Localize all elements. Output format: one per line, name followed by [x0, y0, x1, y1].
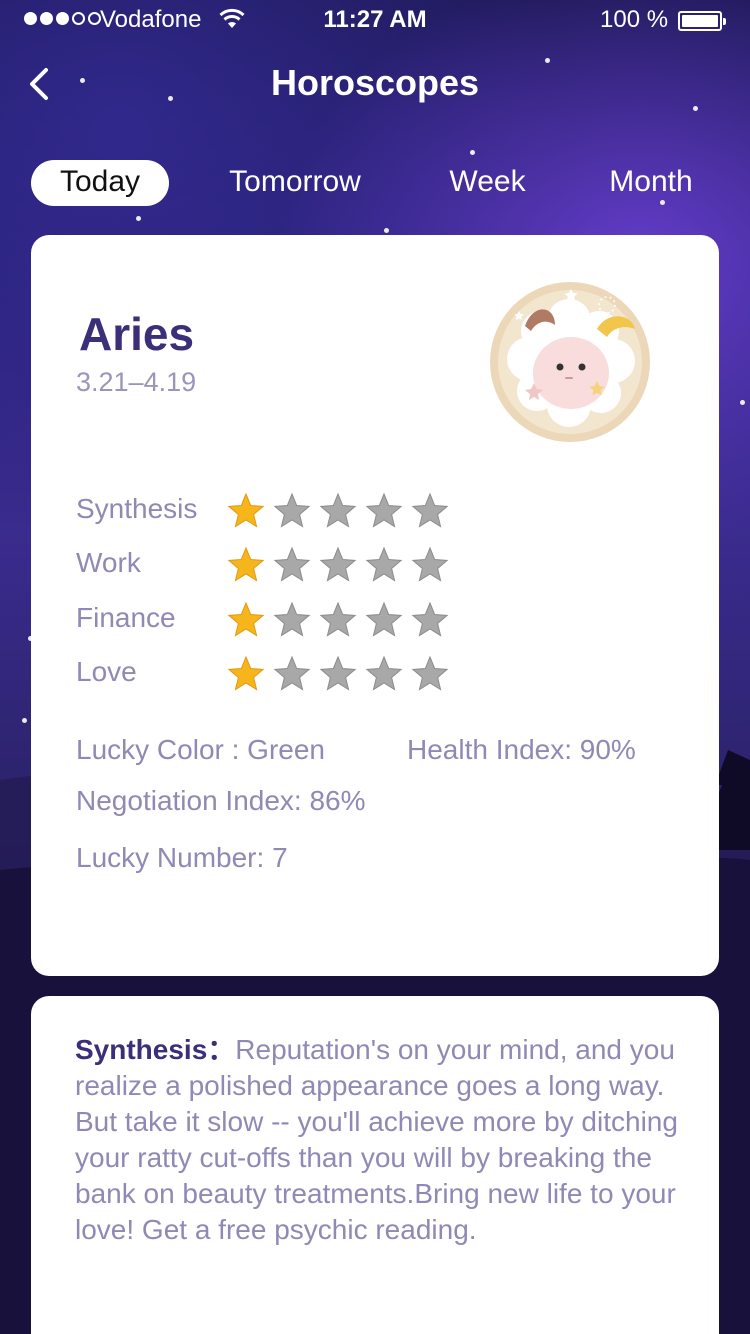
tab-week[interactable]: Week — [430, 160, 545, 206]
star-empty-icon — [411, 655, 449, 691]
star-filled-icon — [227, 655, 265, 691]
star-empty-icon — [273, 546, 311, 582]
health-index: Health Index: 90% — [407, 734, 636, 765]
sky-star-dot — [384, 228, 389, 233]
star-empty-icon — [411, 601, 449, 637]
star-filled-icon — [227, 492, 265, 528]
horoscope-description-card: Synthesis：Reputation's on your mind, and… — [31, 996, 719, 1334]
rating-label: Work — [76, 547, 141, 578]
period-tabs: Today Tomorrow Week Month — [0, 160, 750, 206]
star-rating — [224, 491, 454, 531]
tab-month[interactable]: Month — [590, 160, 712, 206]
star-empty-icon — [273, 601, 311, 637]
horoscope-summary-card: Aries 3.21–4.19 Synthesis Work Finance L… — [31, 235, 719, 976]
description-text: Reputation's on your mind, and you reali… — [75, 1034, 678, 1245]
star-empty-icon — [411, 546, 449, 582]
negotiation-index: Negotiation Index: 86% — [76, 785, 366, 816]
description-paragraph: Synthesis：Reputation's on your mind, and… — [75, 1032, 685, 1248]
star-empty-icon — [319, 655, 357, 691]
description-separator: ： — [207, 1034, 236, 1065]
star-rating — [224, 654, 454, 694]
sign-name: Aries — [79, 308, 195, 360]
star-empty-icon — [319, 492, 357, 528]
star-empty-icon — [365, 601, 403, 637]
star-empty-icon — [411, 492, 449, 528]
description-label: Synthesis — [75, 1034, 208, 1065]
star-filled-icon — [227, 601, 265, 637]
sky-star-dot — [22, 718, 27, 723]
aries-ram-icon — [490, 282, 650, 442]
rating-label: Love — [76, 656, 137, 687]
star-empty-icon — [319, 546, 357, 582]
sky-star-dot — [693, 106, 698, 111]
star-empty-icon — [365, 655, 403, 691]
sky-star-dot — [740, 400, 745, 405]
star-rating — [224, 600, 454, 640]
star-filled-icon — [227, 546, 265, 582]
lucky-number: Lucky Number: 7 — [76, 842, 288, 873]
sign-dates: 3.21–4.19 — [76, 367, 197, 397]
star-empty-icon — [273, 655, 311, 691]
battery-icon — [678, 11, 726, 31]
rating-label: Finance — [76, 602, 176, 633]
lucky-color: Lucky Color : Green — [76, 734, 325, 765]
rating-label: Synthesis — [76, 493, 198, 524]
page-title: Horoscopes — [270, 62, 480, 103]
star-empty-icon — [365, 492, 403, 528]
status-bar: Vodafone 11:27 AM 100 % — [0, 0, 750, 40]
sky-star-dot — [470, 150, 475, 155]
star-empty-icon — [319, 601, 357, 637]
tab-today[interactable]: Today — [31, 160, 169, 206]
tab-tomorrow[interactable]: Tomorrow — [205, 160, 385, 206]
sky-star-dot — [136, 216, 141, 221]
star-empty-icon — [365, 546, 403, 582]
star-rating — [224, 545, 454, 585]
star-empty-icon — [273, 492, 311, 528]
battery-percentage: 100 % — [600, 6, 669, 33]
